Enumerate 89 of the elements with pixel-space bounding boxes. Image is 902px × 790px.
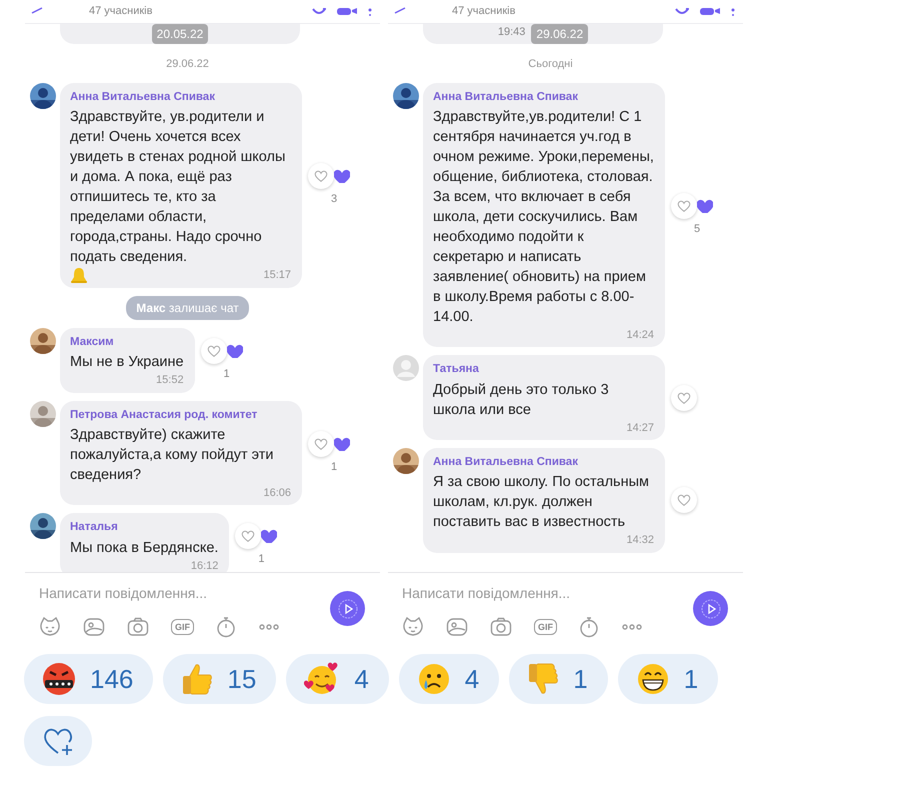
message-time: 15:52 [156,373,184,388]
liked-heart-icon [334,168,350,183]
gif-button[interactable]: GIF [534,619,557,635]
gif-button[interactable]: GIF [171,619,194,635]
heart-outline-icon [676,492,692,508]
participants-count: 47 учасників [452,4,516,20]
voice-button[interactable] [330,591,365,626]
reaction-button[interactable]: 4 [286,654,389,704]
heart-outline-icon [676,390,692,406]
message-text: Мы пока в Бердянске. [70,540,218,556]
sticker-icon[interactable] [39,617,61,637]
more-icon[interactable] [258,623,280,631]
sticker-icon[interactable] [402,617,424,637]
like-count: 1 [224,366,230,382]
play-icon [700,598,722,620]
message-input[interactable]: Написати повідомлення... [39,581,309,606]
message-time: 15:17 [263,268,291,283]
heart-outline-icon [676,198,692,214]
angry-face-icon [42,662,76,696]
thumbs-up-icon [181,662,214,696]
heart-outline-icon [313,436,329,452]
heart-outline-icon [240,528,256,544]
date-chip: 29.06.22 [531,24,588,44]
sender-name: Петрова Анастасия род. комитет [70,408,258,422]
crying-face-icon [416,662,451,696]
message-text: Здравствуйте,ув.родители! С 1 сентября начинается уч.год в очном режиме. Уроки,перемены, общение, библиотека, столовая. За всем, что включает в себя школа, дети соскучились. Вам необходимо подойти к секретарю и написать заявление( обновить) на прием в школу.Время работы с 8.00-14.00. [433,108,654,325]
message-time: 14:32 [626,533,654,548]
like-button[interactable] [235,523,262,550]
thumbs-down-icon [527,662,560,696]
camera-icon[interactable] [490,617,512,637]
date-separator: Сьогодні [528,57,573,72]
play-icon [336,598,358,620]
like-count: 5 [694,222,700,237]
sender-name: Анна Витальевна Спивак [433,90,579,104]
add-reaction-button[interactable] [24,716,92,766]
date-separator: 29.06.22 [166,57,209,72]
smiling-face-with-hearts-icon [304,662,340,696]
timer-icon[interactable] [216,616,236,638]
like-count: 3 [330,192,338,207]
like-button[interactable] [671,384,697,411]
menu-icon[interactable] [731,8,735,16]
like-button[interactable] [671,192,697,219]
more-icon[interactable] [621,623,643,631]
date-chip: 20.05.22 [152,24,208,44]
like-button[interactable] [308,162,334,189]
like-button[interactable] [671,487,697,514]
liked-heart-icon [697,198,713,213]
message-text: Добрый день это только 3 школа или все [433,382,609,418]
sender-name: Анна Витальевна Спивак [433,455,579,470]
message-text: Здравствуйте, ув.родители и дети! Очень хочется всех увидеть в стенах родной школы и дома. А пока, ещё раз отпишитесь те, кто за пределами области, города,страны. Надо срочно подать сведения. [70,108,286,265]
message-text: Мы не в Украине [70,354,184,370]
voice-button[interactable] [693,591,728,626]
gallery-icon[interactable] [83,617,105,637]
system-message: Макс залишає чат [126,296,249,320]
message-text: Я за свою школу. По остальным школам, кл.рук. должен поставить вас в известность [433,474,649,530]
reaction-button[interactable]: 1 [509,654,608,704]
message-time: 16:12 [190,558,218,572]
video-icon[interactable] [336,8,358,16]
like-count: 1 [330,460,338,475]
like-count: 1 [258,552,264,568]
message-time: 14:27 [626,420,654,436]
participants-count: 47 учасників [89,4,152,20]
sender-name: Татьяна [433,362,480,378]
video-icon[interactable] [699,8,721,16]
liked-heart-icon [261,529,278,544]
heart-outline-icon [206,342,222,359]
reaction-button[interactable]: 1 [618,654,718,704]
message-time: 14:24 [626,328,654,343]
sender-name: Наталья [70,520,119,536]
camera-icon[interactable] [127,617,149,637]
gallery-icon[interactable] [446,617,468,637]
reaction-button[interactable]: 15 [163,654,276,704]
message-time: 16:06 [263,486,291,501]
heart-plus-icon [42,726,74,756]
timer-icon[interactable] [579,616,599,638]
liked-heart-icon [334,436,350,451]
like-button[interactable] [200,338,227,364]
sender-name: Максим [70,334,115,350]
grinning-face-icon [636,662,670,696]
message-input[interactable]: Написати повідомлення... [402,581,672,606]
reaction-button[interactable]: 4 [398,654,500,704]
reaction-button[interactable]: 146 [24,654,154,704]
message-time: 19:43 [498,25,526,40]
liked-heart-icon [226,344,243,358]
heart-outline-icon [313,168,329,184]
menu-icon[interactable] [368,8,372,16]
message-text: Здравствуйте) скажите пожалуйста,а кому пойдут эти сведения? [70,426,274,483]
like-button[interactable] [308,430,334,457]
sender-name: Анна Витальевна Спивак [70,90,216,104]
